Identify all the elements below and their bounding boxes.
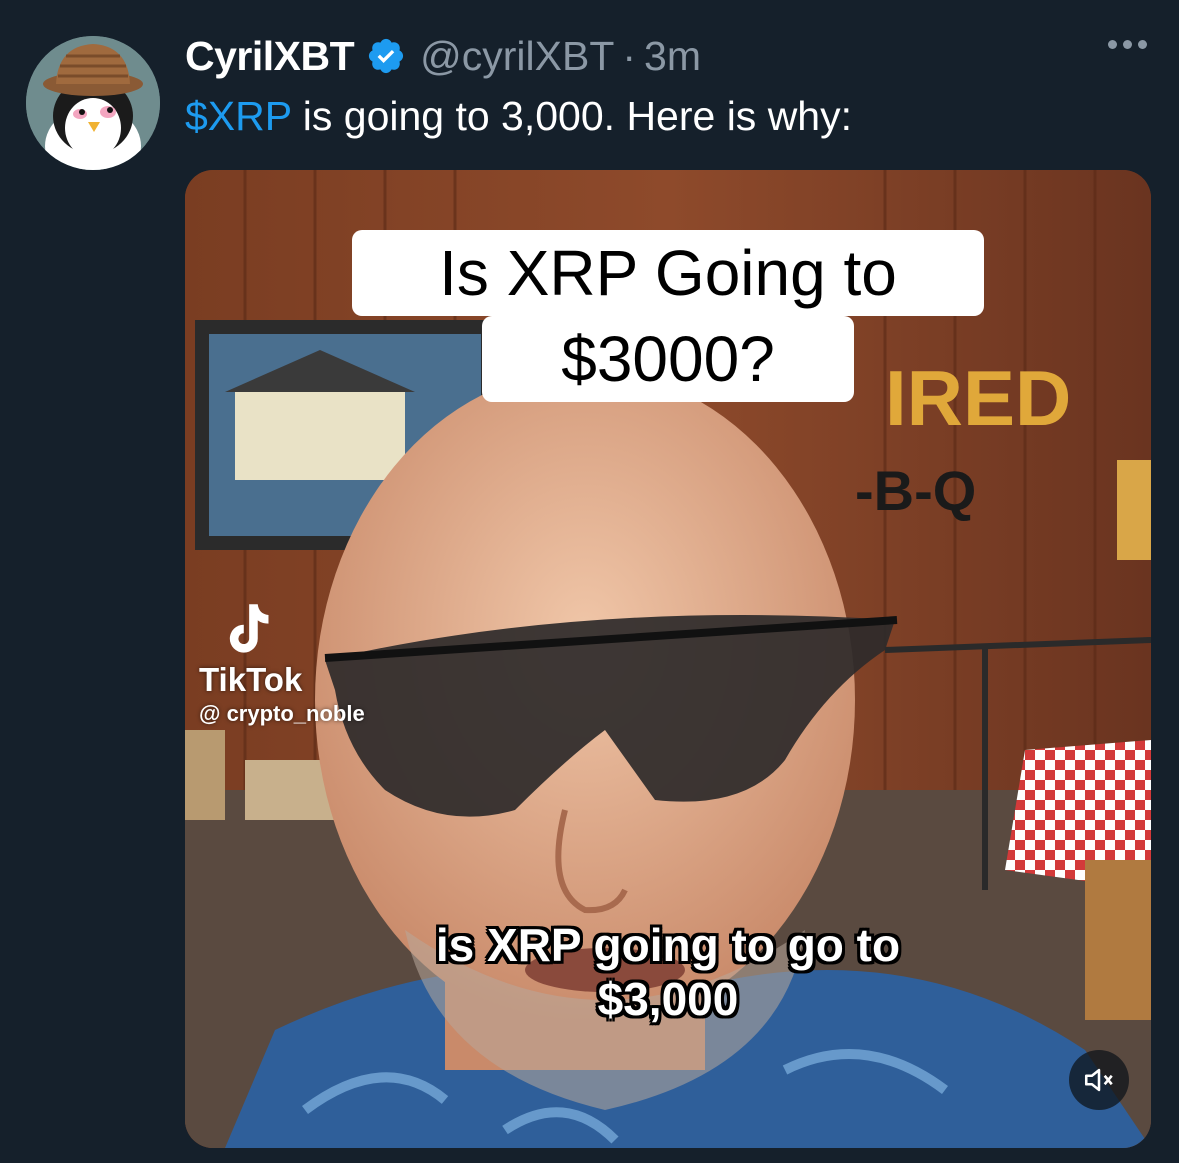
tweet-text-body: is going to 3,000. Here is why:	[291, 93, 853, 139]
timestamp[interactable]: 3m	[644, 33, 701, 80]
penguin-avatar-icon	[26, 36, 160, 170]
cashtag-link[interactable]: $XRP	[185, 93, 291, 139]
subtitle-line-1: is XRP going to go to	[435, 919, 901, 971]
tiktok-brand: TikTok	[199, 661, 303, 698]
subtitle-line-2: $3,000	[597, 973, 739, 1025]
tweet-text: $XRP is going to 3,000. Here is why:	[185, 90, 852, 142]
display-name[interactable]: CyrilXBT	[185, 33, 355, 80]
video-subtitle: is XRP going to go to $3,000	[185, 918, 1151, 1026]
avatar[interactable]	[26, 36, 160, 170]
verified-badge-icon	[369, 38, 404, 74]
tiktok-icon	[229, 604, 269, 653]
mute-button[interactable]	[1069, 1050, 1129, 1110]
more-options-icon[interactable]	[1108, 40, 1147, 49]
tweet-header: CyrilXBT @cyrilXBT · 3m	[185, 30, 701, 82]
sign-text-2: -B-Q	[855, 459, 976, 522]
video-caption-top: Is XRP Going to $3000?	[185, 230, 1151, 402]
tiktok-username: @ crypto_noble	[199, 701, 365, 726]
user-handle[interactable]: @cyrilXBT	[420, 33, 614, 80]
caption-top-line-1: Is XRP Going to	[352, 230, 984, 316]
tiktok-watermark: TikTok @ crypto_noble	[199, 600, 365, 727]
separator-dot: ·	[622, 32, 637, 79]
video-player[interactable]: IRED -B-Q Is XRP Going to $3000? TikTok …	[185, 170, 1151, 1148]
caption-top-line-2: $3000?	[482, 316, 854, 402]
volume-muted-icon	[1084, 1068, 1113, 1092]
